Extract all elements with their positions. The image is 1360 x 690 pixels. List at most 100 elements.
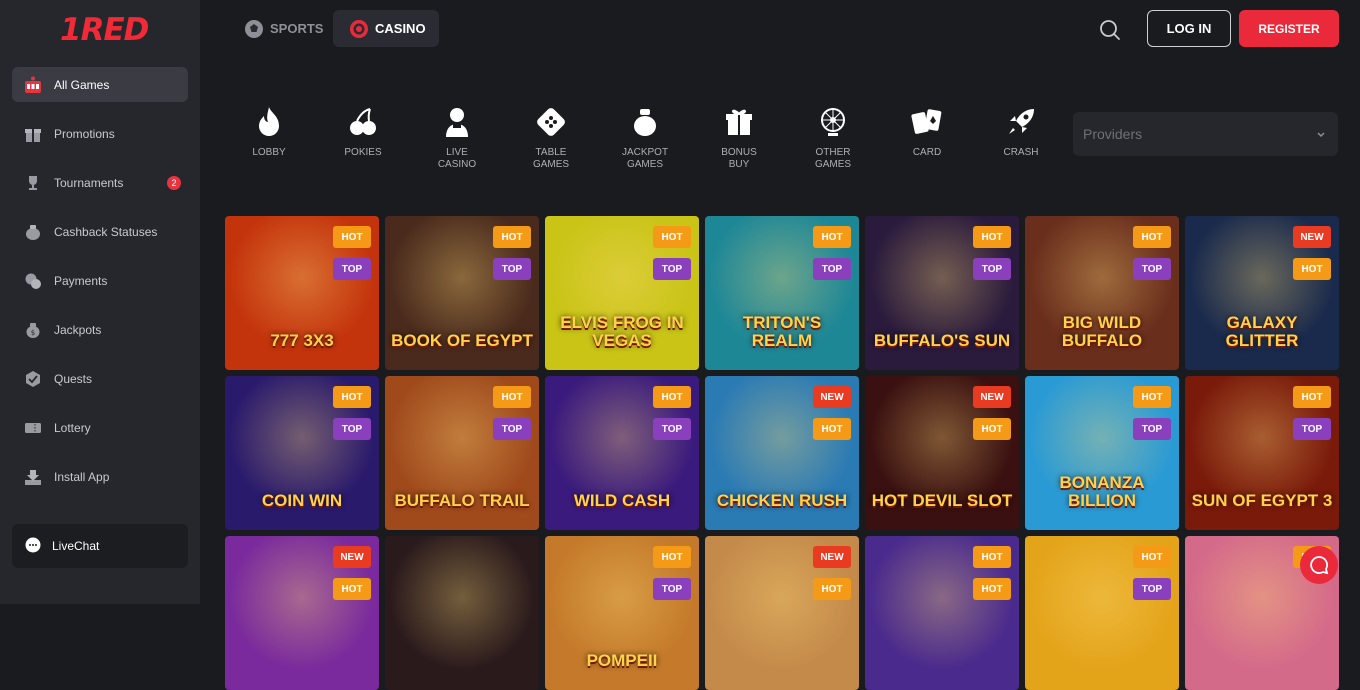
trophy-icon (22, 173, 44, 193)
game-title: BOOK OF EGYPT (391, 331, 533, 350)
flame-icon (222, 105, 316, 139)
game-tag-badge: HOT (493, 386, 531, 408)
game-card[interactable]: TRITON'S REALM HOT TOP (705, 216, 859, 370)
game-title: 777 3X3 (270, 331, 334, 350)
game-title: BUFFALO'S SUN (873, 331, 1011, 350)
livechat-label: LiveChat (52, 539, 100, 553)
game-tag-badge: TOP (1133, 258, 1171, 280)
game-tag-badge: HOT (1133, 226, 1171, 248)
game-title: HOT DEVIL SLOT (871, 491, 1013, 510)
game-card[interactable]: POMPEII HOT TOP (545, 536, 699, 690)
cards-icon (880, 105, 974, 139)
gift-box-icon (692, 105, 786, 139)
rocket-icon (974, 105, 1068, 139)
casino-chip-icon (349, 19, 369, 39)
game-tag-badge: HOT (333, 578, 371, 600)
game-tag-badge: HOT (1293, 258, 1331, 280)
game-tag-badge: NEW (1293, 226, 1331, 248)
game-tag-badge: TOP (653, 258, 691, 280)
game-tag-badge: HOT (813, 418, 851, 440)
game-tag-badge: HOT (653, 546, 691, 568)
game-tag-badge: TOP (1133, 418, 1171, 440)
category-label: LIVE CASINO (437, 147, 477, 170)
game-card[interactable]: NEW HOT (705, 536, 859, 690)
game-card[interactable]: SUN OF EGYPT 3 HOT TOP (1185, 376, 1339, 530)
chat-icon (1310, 556, 1329, 575)
game-card[interactable]: BOOK OF EGYPT HOT TOP (385, 216, 539, 370)
category-label: LOBBY (252, 147, 286, 158)
category-card[interactable]: CARD (880, 105, 974, 159)
game-card[interactable]: HOT DEVIL SLOT NEW HOT (865, 376, 1019, 530)
sidebar: 1RED All Games Promotions Tournaments 2 Cash… (0, 0, 200, 604)
category-crash[interactable]: CRASH (974, 105, 1068, 159)
game-tag-badge: HOT (1133, 546, 1171, 568)
game-card[interactable]: NEW HOT (225, 536, 379, 690)
sidebar-item-all-games[interactable]: All Games (12, 67, 188, 102)
game-card[interactable]: CHICKEN RUSH NEW HOT (705, 376, 859, 530)
game-title: GALAXY GLITTER (1225, 313, 1299, 350)
game-card[interactable]: COIN WIN HOT TOP (225, 376, 379, 530)
sidebar-item-promotions[interactable]: Promotions (12, 116, 188, 151)
jackpot-icon (598, 105, 692, 139)
game-card[interactable]: 777 3X3 HOT TOP (225, 216, 379, 370)
category-jackpot-games[interactable]: JACKPOT GAMES (598, 105, 692, 171)
chat-launcher-button[interactable] (1300, 546, 1338, 584)
category-lobby[interactable]: LOBBY (222, 105, 316, 159)
game-tag-badge: TOP (973, 258, 1011, 280)
tab-sports-label: SPORTS (270, 21, 324, 36)
sidebar-item-tournaments[interactable]: Tournaments 2 (12, 165, 188, 200)
sidebar-item-quests[interactable]: Quests (12, 361, 188, 396)
gift-icon (22, 124, 44, 144)
game-tag-badge: TOP (1293, 418, 1331, 440)
game-tag-badge: NEW (813, 546, 851, 568)
login-button[interactable]: LOG IN (1147, 10, 1231, 47)
livechat-button[interactable]: LiveChat (12, 524, 188, 568)
sidebar-item-cashback-statuses[interactable]: Cashback Statuses (12, 214, 188, 249)
game-tag-badge: HOT (973, 578, 1011, 600)
cherries-icon (316, 105, 410, 139)
slot-machine-icon (22, 75, 44, 95)
sidebar-item-install-app[interactable]: Install App (12, 459, 188, 494)
tab-sports[interactable]: SPORTS (228, 10, 339, 47)
register-button[interactable]: REGISTER (1239, 10, 1339, 47)
game-card[interactable]: HOT HOT (865, 536, 1019, 690)
category-bonus-buy[interactable]: BONUS BUY (692, 105, 786, 171)
game-tag-badge: HOT (653, 226, 691, 248)
game-tag-badge: HOT (493, 226, 531, 248)
game-tag-badge: HOT (973, 418, 1011, 440)
category-pokies[interactable]: POKIES (316, 105, 410, 159)
game-card[interactable]: ELVIS FROG IN VEGAS HOT TOP (545, 216, 699, 370)
game-card[interactable]: BUFFALO TRAIL HOT TOP (385, 376, 539, 530)
providers-select[interactable]: Providers (1073, 112, 1338, 156)
game-card[interactable] (385, 536, 539, 690)
game-card[interactable]: BONANZA BILLION HOT TOP (1025, 376, 1179, 530)
sidebar-item-lottery[interactable]: Lottery (12, 410, 188, 445)
game-card[interactable]: BIG WILD BUFFALO HOT TOP (1025, 216, 1179, 370)
game-title: BIG WILD BUFFALO (1061, 313, 1143, 350)
game-card[interactable]: WILD CASH HOT TOP (545, 376, 699, 530)
chevron-down-icon (1316, 126, 1326, 142)
game-tag-badge: TOP (333, 418, 371, 440)
game-tag-badge: TOP (493, 258, 531, 280)
search-icon[interactable] (1099, 19, 1121, 46)
svg-text:$: $ (31, 329, 35, 337)
game-tag-badge: NEW (973, 386, 1011, 408)
category-live-casino[interactable]: LIVE CASINO (410, 105, 504, 171)
category-label: JACKPOT GAMES (621, 147, 669, 170)
game-title: POMPEII (586, 651, 658, 670)
game-card[interactable]: HOT TOP (1025, 536, 1179, 690)
sidebar-item-jackpots[interactable]: $ Jackpots (12, 312, 188, 347)
brand-logo[interactable]: 1RED (60, 12, 149, 48)
sidebar-item-payments[interactable]: Payments (12, 263, 188, 298)
category-table-games[interactable]: TABLE GAMES (504, 105, 598, 171)
tab-casino[interactable]: CASINO (333, 10, 439, 47)
download-icon (22, 467, 44, 487)
game-tag-badge: HOT (1133, 386, 1171, 408)
sidebar-item-label: Cashback Statuses (54, 224, 158, 239)
providers-placeholder: Providers (1083, 126, 1143, 142)
game-card[interactable]: GALAXY GLITTER NEW HOT (1185, 216, 1339, 370)
game-card[interactable]: BUFFALO'S SUN HOT TOP (865, 216, 1019, 370)
category-other-games[interactable]: OTHER GAMES (786, 105, 880, 171)
sidebar-nav: All Games Promotions Tournaments 2 Cashback … (12, 67, 188, 508)
game-tag-badge: HOT (973, 546, 1011, 568)
